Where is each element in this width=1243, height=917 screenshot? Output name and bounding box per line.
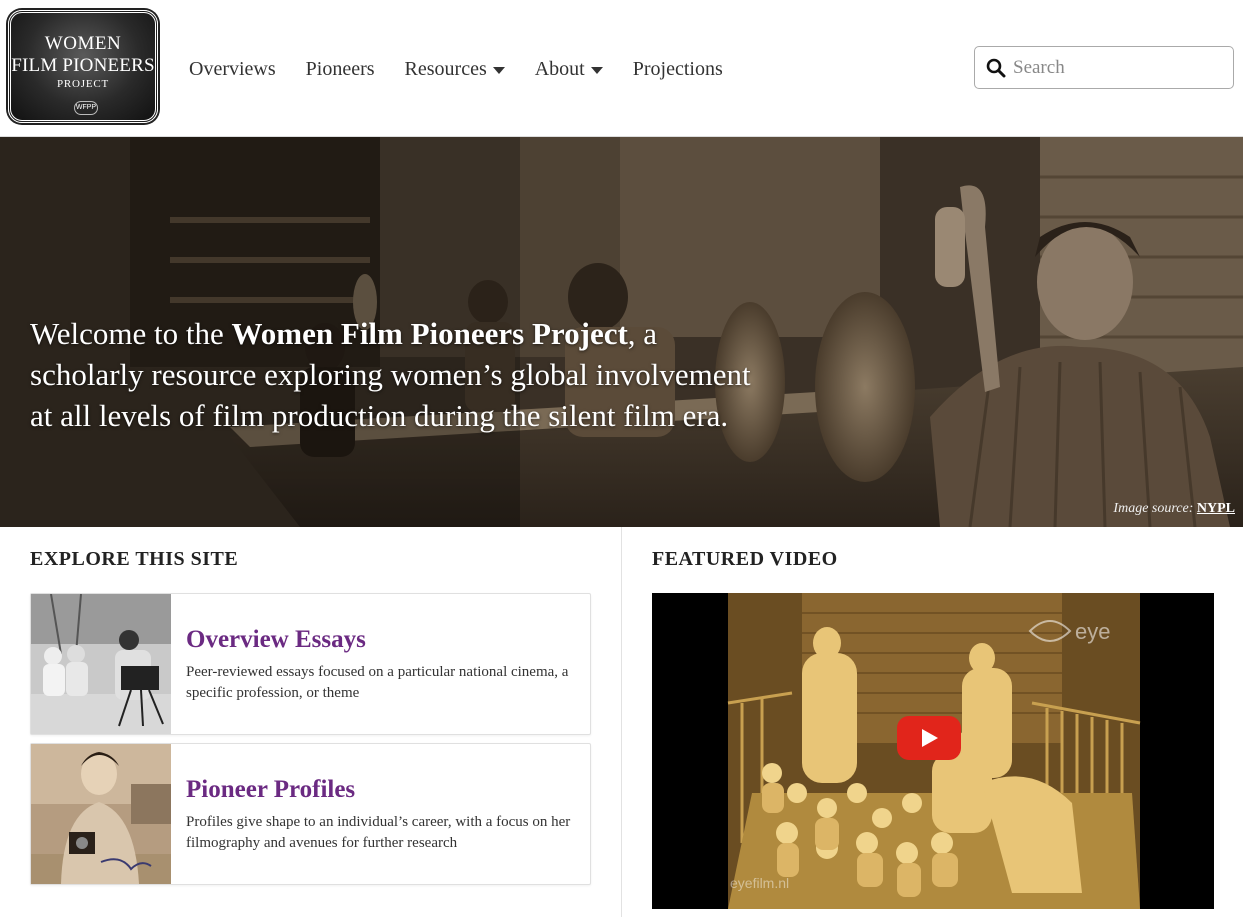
nav-about-label: About [534,57,585,80]
nav-overviews-label: Overviews [189,57,276,80]
video-watermark: eye [1075,619,1111,644]
video-watermark-site: eyefilm.nl [730,875,790,891]
featured-video-player[interactable]: eye eyefilm.nl [652,593,1214,909]
featured-video-title: FEATURED VIDEO [652,548,838,570]
nav-overviews[interactable]: Overviews [189,58,276,81]
main-nav: Overviews Pioneers Resources About Proje… [189,55,753,83]
hero-image-credit: Image source: NYPL [1113,501,1235,517]
hero-intro: Welcome to the [30,316,232,351]
hero-project-name: Women Film Pioneers Project [231,316,628,351]
overview-essays-title[interactable]: Overview Essays [186,626,366,654]
nav-projections-label: Projections [632,57,723,80]
play-button[interactable] [897,716,961,760]
nav-resources-label: Resources [404,57,487,80]
caret-down-icon [492,66,505,74]
site-header: WOMEN FILM PIONEERS PROJECT WFPP Overvie… [0,0,1243,137]
pioneer-profiles-description: Profiles give shape to an individual’s c… [186,814,571,851]
nav-about[interactable]: About [535,58,603,81]
logo-line-2: FILM PIONEERS [11,55,155,76]
logo-seal: WFPP [74,101,98,115]
site-logo[interactable]: WOMEN FILM PIONEERS PROJECT WFPP [8,10,158,123]
caret-down-icon [590,66,603,74]
hero-welcome-text: Welcome to the Women Film Pioneers Proje… [30,313,760,436]
card-pioneer-profiles[interactable]: Pioneer Profiles Profiles give shape to … [30,743,591,885]
search-icon [986,58,1006,77]
nav-pioneers[interactable]: Pioneers [306,58,375,81]
hero-credit-label: Image source: [1113,501,1197,516]
logo-line-1: WOMEN [44,33,122,54]
nav-resources[interactable]: Resources [405,58,505,81]
pioneer-profiles-title[interactable]: Pioneer Profiles [186,776,355,804]
overview-essays-description: Peer-reviewed essays focused on a partic… [186,664,569,701]
hero-credit-link[interactable]: NYPL [1197,501,1235,516]
search-input[interactable] [1013,56,1213,79]
search-box[interactable] [974,46,1234,89]
pioneer-profiles-thumbnail [31,744,171,884]
explore-section-title: EXPLORE THIS SITE [30,548,239,570]
overview-essays-thumbnail [31,594,171,734]
nav-pioneers-label: Pioneers [305,57,375,80]
nav-projections[interactable]: Projections [633,58,723,81]
hero-banner: Welcome to the Women Film Pioneers Proje… [0,137,1243,527]
logo-line-3: PROJECT [56,78,110,90]
card-overview-essays[interactable]: Overview Essays Peer-reviewed essays foc… [30,593,591,735]
column-divider [621,527,622,917]
